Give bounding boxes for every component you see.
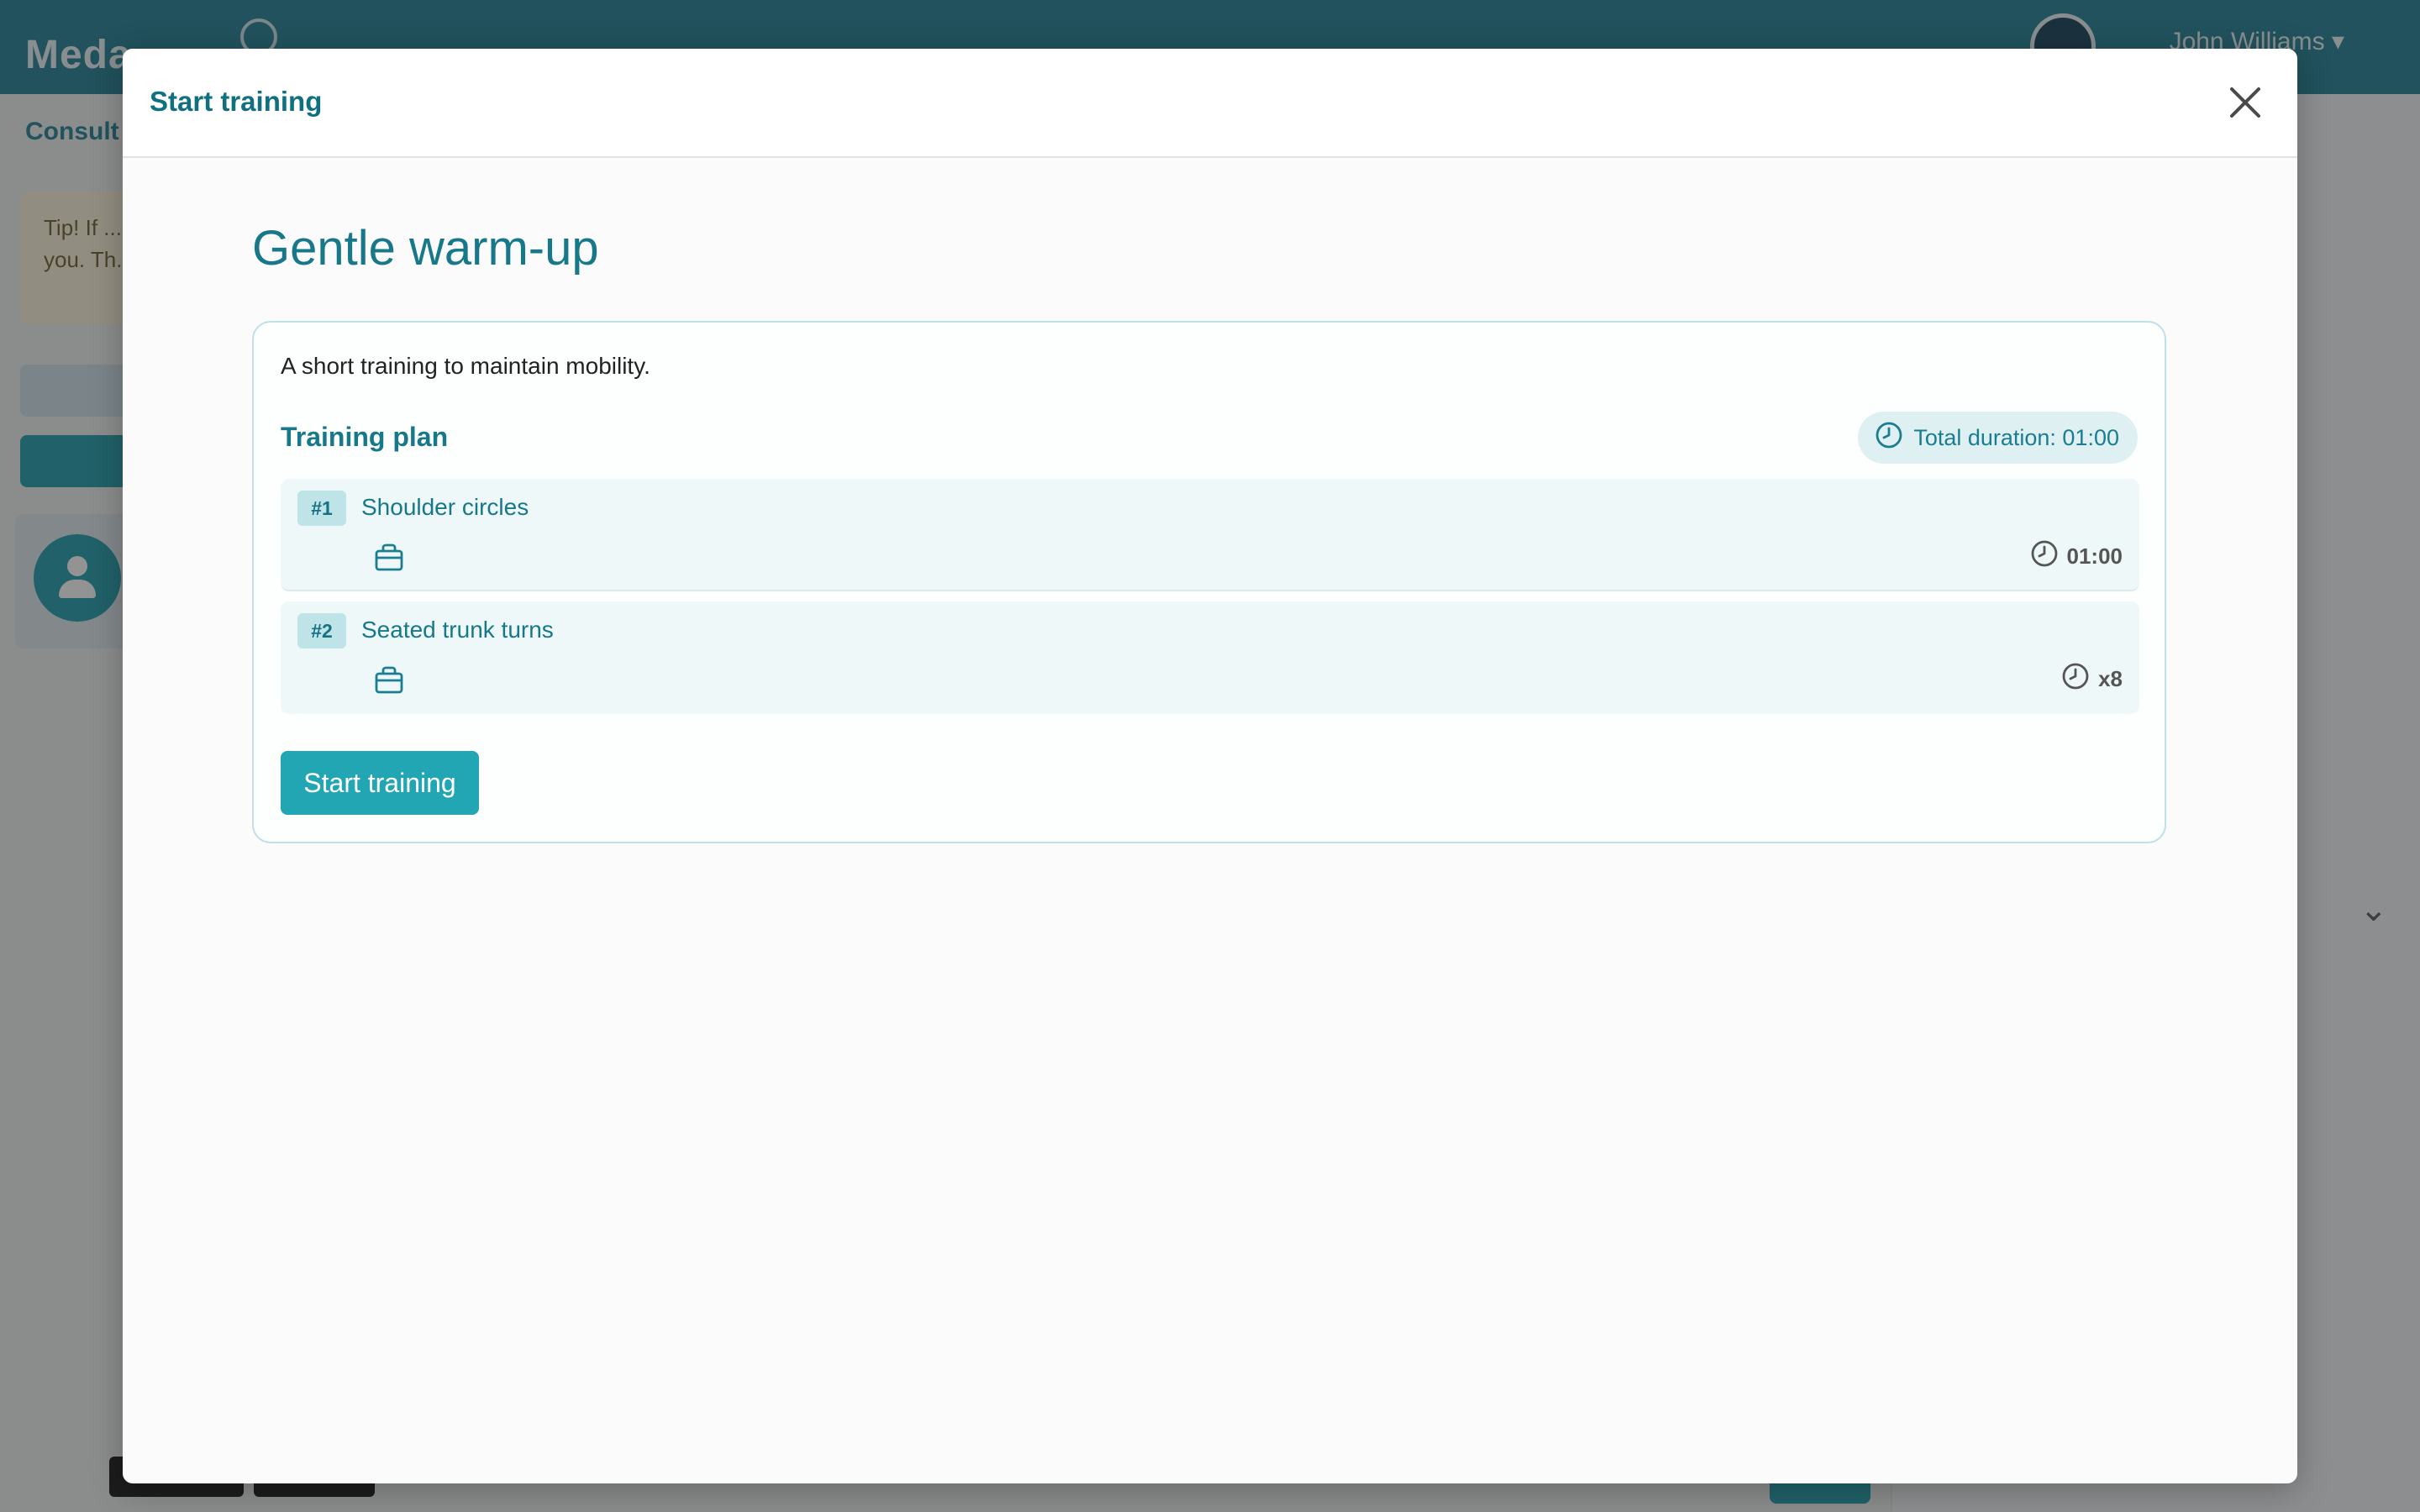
exercise-row[interactable]: #1 Shoulder circles 01:00	[281, 479, 2139, 591]
close-icon[interactable]	[2223, 81, 2267, 124]
total-duration-badge: Total duration: 01:00	[1858, 412, 2138, 464]
exercise-number: #2	[297, 613, 346, 648]
training-title: Gentle warm-up	[252, 221, 599, 276]
modal-title: Start training	[150, 86, 323, 117]
exercise-row[interactable]: #2 Seated trunk turns x8	[281, 601, 2139, 714]
clock-icon	[1875, 421, 1903, 455]
start-training-modal: Start training Gentle warm-up A short tr…	[123, 49, 2297, 1483]
training-plan-heading: Training plan	[281, 422, 449, 452]
clock-icon	[2061, 662, 2090, 696]
total-duration-text: Total duration: 01:00	[1913, 424, 2119, 450]
modal-header: Start training	[123, 49, 2297, 158]
training-description: A short training to maintain mobility.	[281, 353, 650, 379]
exercise-meta-value: 01:00	[2066, 543, 2123, 569]
training-card: A short training to maintain mobility. T…	[252, 321, 2166, 843]
exercise-name: Shoulder circles	[361, 494, 529, 520]
exercise-meta-value: x8	[2098, 666, 2123, 691]
bag-icon	[373, 664, 405, 696]
exercise-meta: 01:00	[2030, 539, 2123, 574]
exercise-name: Seated trunk turns	[361, 617, 554, 643]
start-training-button[interactable]: Start training	[281, 751, 479, 815]
bag-icon	[373, 541, 405, 573]
exercise-number: #1	[297, 491, 346, 526]
clock-icon	[2030, 539, 2059, 574]
exercise-meta: x8	[2061, 662, 2123, 696]
